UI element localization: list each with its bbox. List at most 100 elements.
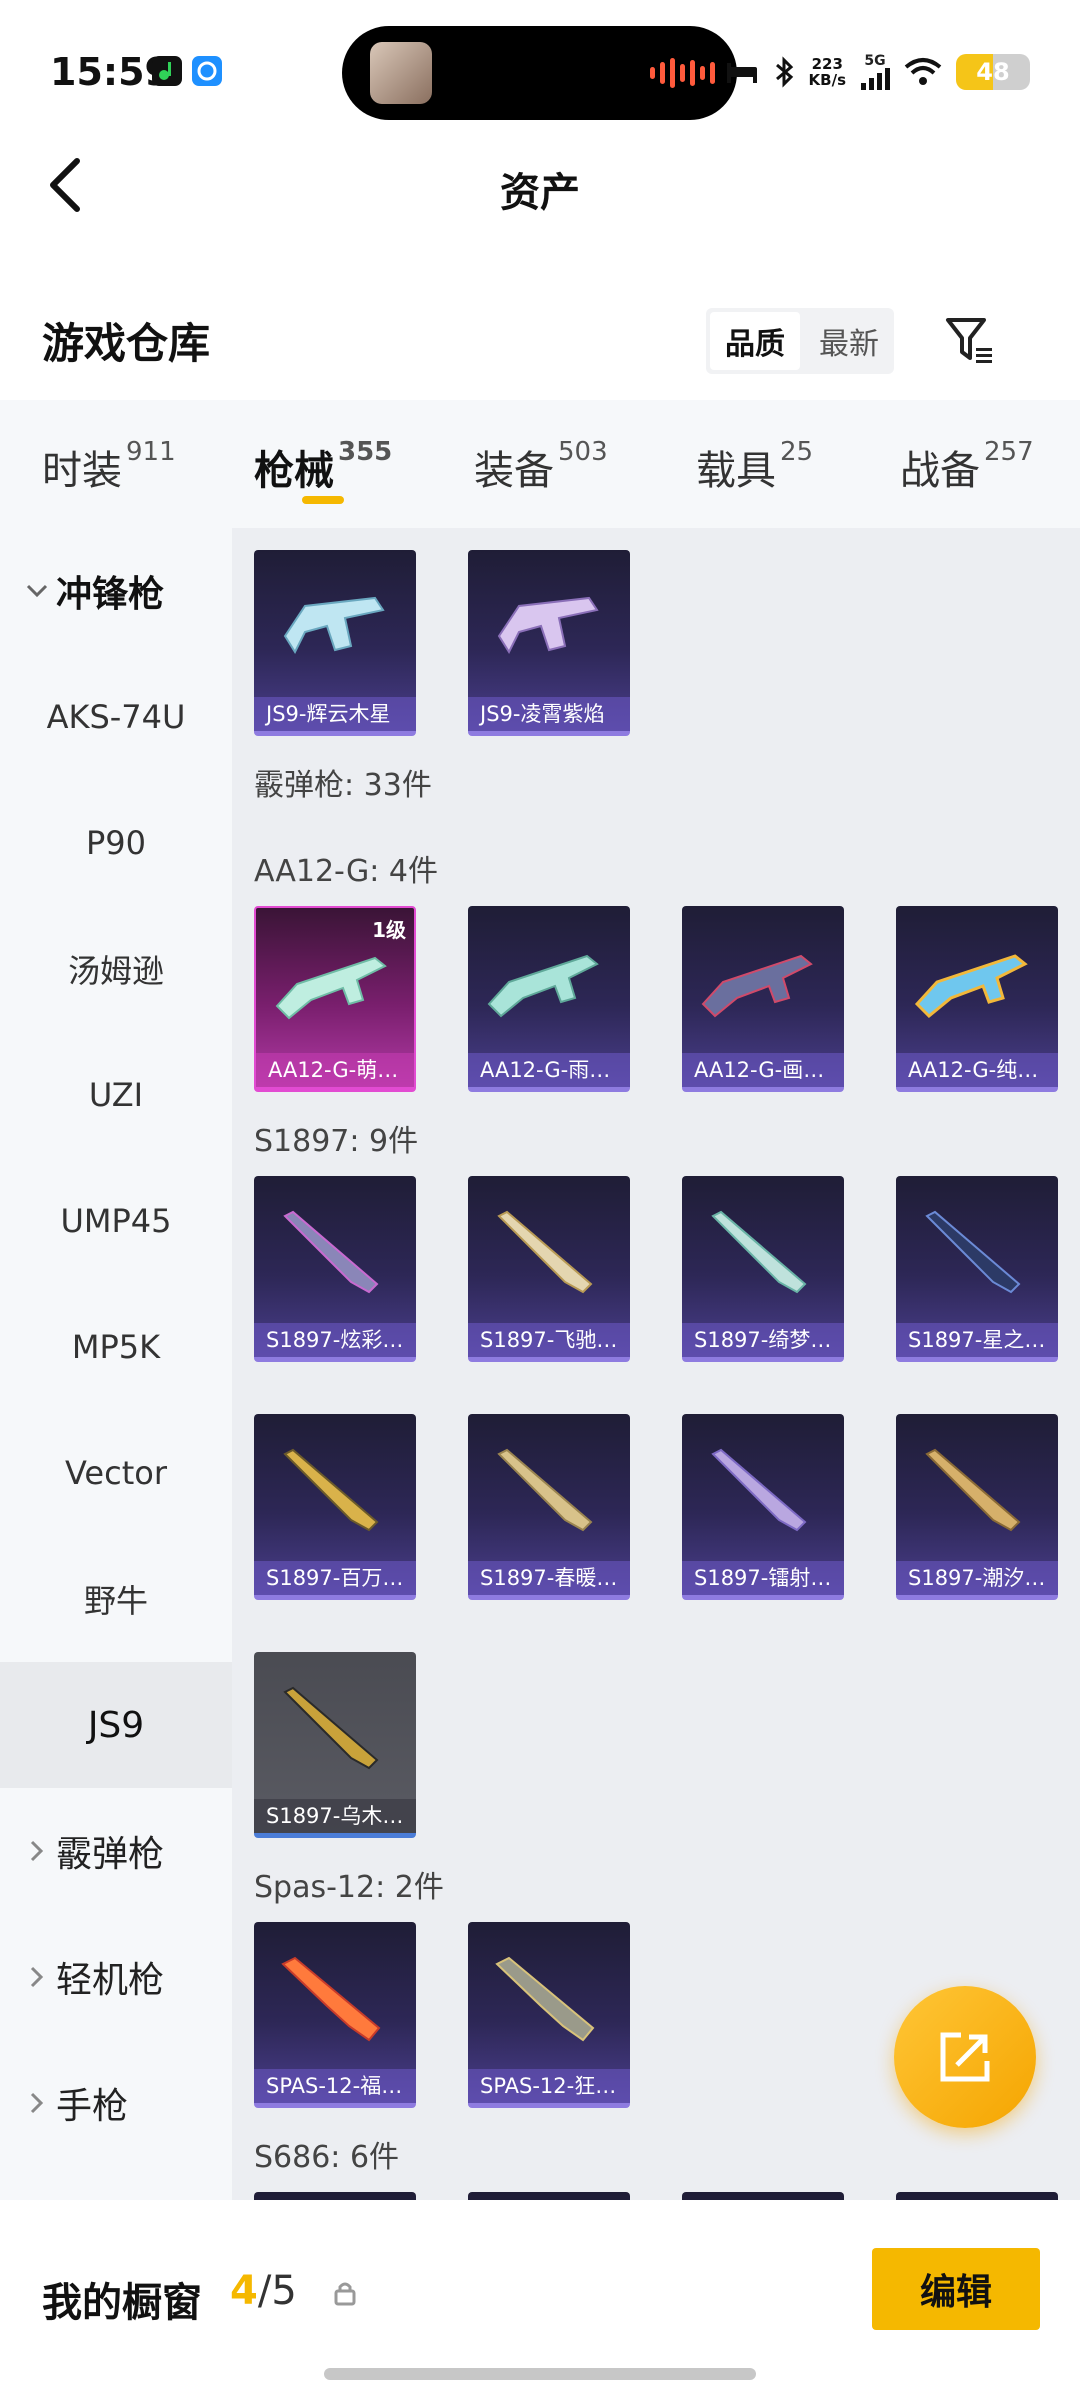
tab-vehicles[interactable]: 载具 25 [696,437,813,496]
item-name: S1897-镭射… [682,1561,844,1595]
filter-button[interactable] [940,310,1000,370]
net-speed: 223 KB/s [808,55,846,89]
item-card[interactable]: 1级 AA12-G-萌… [254,906,416,1092]
item-card[interactable]: JS9-凌霄紫焰 [468,550,630,736]
item-card[interactable]: S1897-潮汐… [896,1414,1058,1600]
rifle-icon [487,954,599,1018]
item-card[interactable] [468,2192,630,2200]
item-card[interactable]: JS9-辉云木星 [254,550,416,736]
chevron-right-icon [22,1840,52,1862]
sidebar-item-uzi[interactable]: UZI [0,1032,232,1158]
share-fab-button[interactable] [894,1986,1036,2128]
warehouse-title: 游戏仓库 [42,319,211,368]
shotgun-icon [281,1956,381,2042]
dynamic-island[interactable] [342,26,737,120]
tab-equipment[interactable]: 装备 503 [474,437,608,496]
edit-button[interactable]: 编辑 [872,2248,1040,2330]
item-card[interactable]: SPAS-12-狂… [468,1922,630,2108]
sidebar-item-js9[interactable]: JS9 [0,1662,232,1788]
item-card[interactable]: AA12-G-画… [682,906,844,1092]
item-card[interactable]: S1897-春暖… [468,1414,630,1600]
battery-indicator: 48 [956,54,1030,90]
item-card[interactable]: S1897-百万… [254,1414,416,1600]
audio-wave-icon [650,58,715,88]
item-card[interactable]: S1897-绮梦… [682,1176,844,1362]
shotgun-icon [283,1210,379,1294]
lock-icon [334,2282,356,2306]
rifle-icon [914,954,1028,1019]
section-header-shotgun: 霰弹枪: 33件 [254,768,432,803]
item-card[interactable]: S1897-镭射… [682,1414,844,1600]
sort-newest-button[interactable]: 最新 [804,308,894,374]
item-grid: JS9-辉云木星 JS9-凌霄紫焰 霰弹枪: 33件 AA12-G: 4件 1级… [232,528,1080,2200]
showcase-count: 4/5 [230,2268,297,2314]
filter-icon [946,318,992,363]
item-card[interactable] [254,2192,416,2200]
item-name: SPAS-12-福… [254,2069,416,2103]
shotgun-icon [497,1210,593,1294]
sidebar-group-smg[interactable]: 冲锋枪 [0,528,232,654]
qq-app-icon [192,56,222,86]
item-card[interactable]: S1897-飞驰… [468,1176,630,1362]
sidebar-item-mp5k[interactable]: MP5K [0,1284,232,1410]
item-card[interactable]: S1897-星之… [896,1176,1058,1362]
item-name: S1897-春暖… [468,1561,630,1595]
item-name: JS9-凌霄紫焰 [468,697,630,731]
category-tabs: 时装 911 枪械 355 装备 503 载具 25 战备 257 [0,400,1080,528]
chevron-right-icon [22,1966,52,1988]
sidebar-group-shotgun[interactable]: 霰弹枪 [0,1788,232,1914]
wifi-icon [904,58,942,85]
sidebar-item-bizon[interactable]: 野牛 [0,1536,232,1662]
tab-fashion[interactable]: 时装 911 [42,437,176,496]
section-header-s1897: S1897: 9件 [254,1124,419,1159]
sort-toggle: 品质 最新 [706,308,894,374]
sidebar-item-vector[interactable]: Vector [0,1410,232,1536]
chevron-down-icon [22,584,52,598]
shotgun-icon [283,1686,379,1770]
status-bar: 15:59 223 KB/s 5G 48 [0,0,1080,130]
sidebar-group-pistol[interactable]: 手枪 [0,2040,232,2166]
shotgun-icon [711,1448,807,1532]
section-header-s686: S686: 6件 [254,2140,400,2175]
item-card[interactable] [682,2192,844,2200]
item-name: SPAS-12-狂… [468,2069,630,2103]
tab-gear[interactable]: 战备 257 [900,437,1034,496]
signal-bars-icon [861,68,890,90]
weapon-sidebar: 冲锋枪 AKS-74U P90 汤姆逊 UZI UMP45 MP5K Vecto… [0,528,232,2200]
showcase-title: 我的橱窗 [42,2280,202,2326]
sidebar-group-lmg[interactable]: 轻机枪 [0,1914,232,2040]
item-card[interactable]: SPAS-12-福… [254,1922,416,2108]
sidebar-item-thompson[interactable]: 汤姆逊 [0,906,232,1032]
item-name: AA12-G-萌… [256,1053,414,1087]
shotgun-icon [497,1448,593,1532]
item-card[interactable]: S1897-乌木… [254,1652,416,1838]
item-card[interactable]: S1897-炫彩… [254,1176,416,1362]
rifle-icon [701,954,813,1018]
item-card[interactable]: AA12-G-纯… [896,906,1058,1092]
active-tab-indicator [302,496,344,504]
chevron-right-icon [22,2092,52,2114]
sidebar-item-p90[interactable]: P90 [0,780,232,906]
item-name: JS9-辉云木星 [254,697,416,731]
page-title: 资产 [500,170,580,216]
section-header-spas12: Spas-12: 2件 [254,1870,444,1905]
sidebar-item-aks74u[interactable]: AKS-74U [0,654,232,780]
tab-firearms[interactable]: 枪械 355 [254,437,392,496]
shotgun-icon [283,1448,379,1532]
item-name: S1897-飞驰… [468,1323,630,1357]
music-app-icon [152,56,182,86]
shotgun-icon [495,1956,595,2042]
home-indicator[interactable] [324,2368,756,2380]
item-name: S1897-炫彩… [254,1323,416,1357]
sidebar-item-ump45[interactable]: UMP45 [0,1158,232,1284]
item-name: S1897-绮梦… [682,1323,844,1357]
item-name: AA12-G-画… [682,1053,844,1087]
section-header-aa12: AA12-G: 4件 [254,854,438,889]
item-name: S1897-星之… [896,1323,1058,1357]
bed-icon [726,63,757,83]
sort-quality-button[interactable]: 品质 [710,312,800,370]
item-card[interactable] [896,2192,1058,2200]
signal-indicator: 5G [860,54,890,90]
showcase-bar: 我的橱窗 4/5 编辑 [0,2200,1080,2400]
item-card[interactable]: AA12-G-雨… [468,906,630,1092]
